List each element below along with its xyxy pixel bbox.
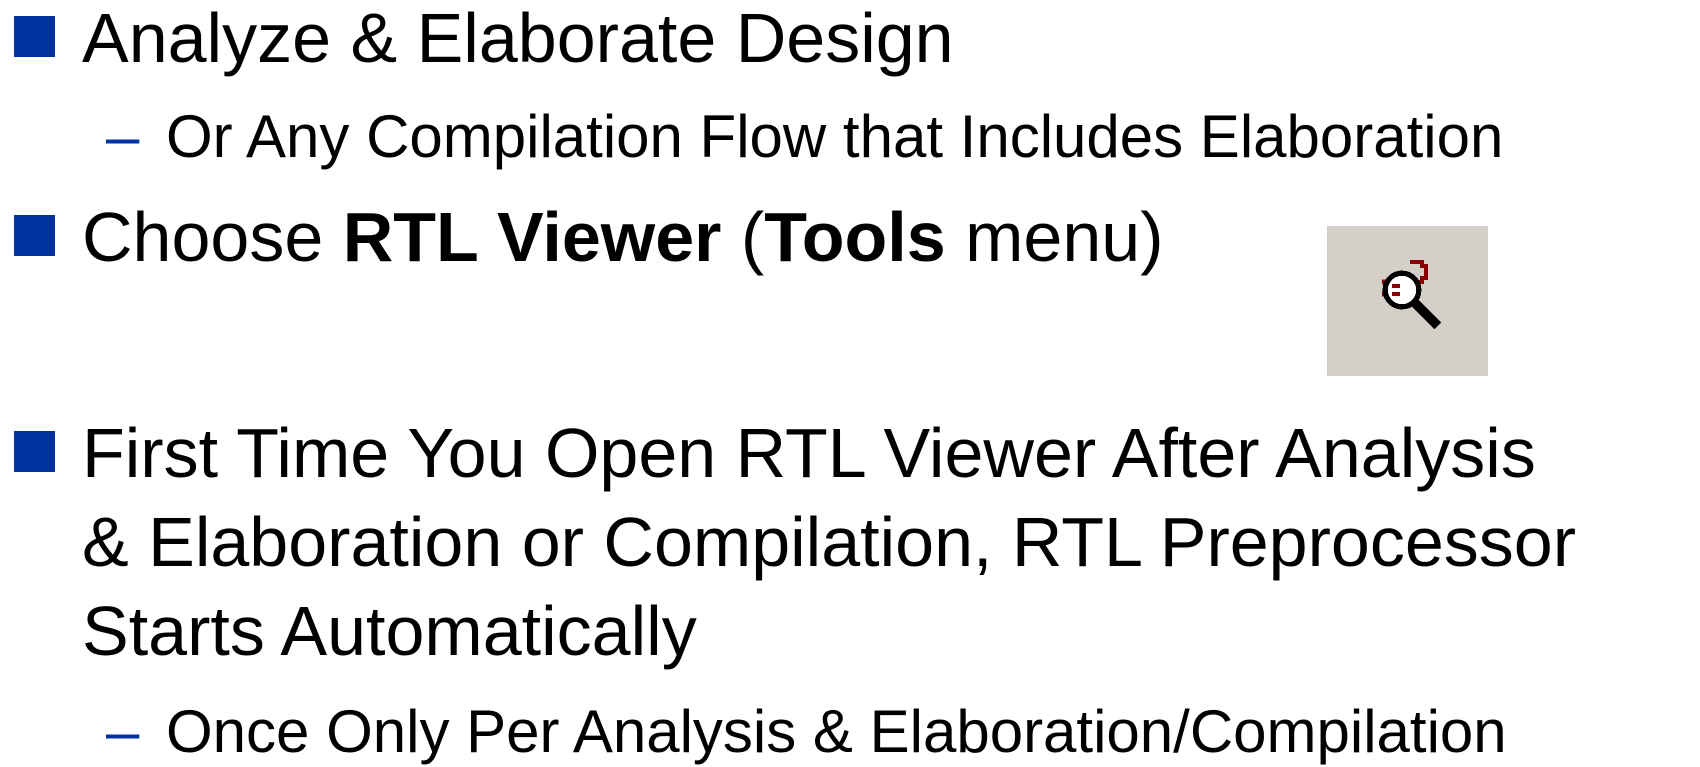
sub-bullet-dash-3: – xyxy=(106,698,140,765)
sub-bullet-1-text: Or Any Compilation Flow that Includes El… xyxy=(166,103,1504,170)
sub-bullet-3-text: Once Only Per Analysis & Elaboration/Com… xyxy=(166,698,1507,765)
bullet-square-1 xyxy=(14,16,55,57)
bullet-3-line-3: Starts Automatically xyxy=(82,592,697,670)
bullet-2-rtl-viewer: RTL Viewer xyxy=(342,198,722,276)
bullet-1-text: Analyze & Elaborate Design xyxy=(82,0,954,77)
rtl-viewer-button[interactable] xyxy=(1327,226,1488,376)
bullet-2-tools: Tools xyxy=(764,198,946,276)
bullet-2-prefix: Choose xyxy=(82,198,343,276)
bullet-2-mid: ( xyxy=(721,198,765,276)
rtl-viewer-icon xyxy=(1382,260,1442,330)
bullet-square-2 xyxy=(14,215,55,256)
bullet-2-suffix: menu) xyxy=(945,198,1164,276)
sub-bullet-dash-1: – xyxy=(106,103,140,170)
bullet-2-text: Choose RTL Viewer (Tools menu) xyxy=(82,193,1164,281)
bullet-3-line-2: & Elaboration or Compilation, RTL Prepro… xyxy=(82,503,1577,581)
bullet-square-3 xyxy=(14,431,55,472)
bullet-3-line-1: First Time You Open RTL Viewer After Ana… xyxy=(82,414,1536,492)
